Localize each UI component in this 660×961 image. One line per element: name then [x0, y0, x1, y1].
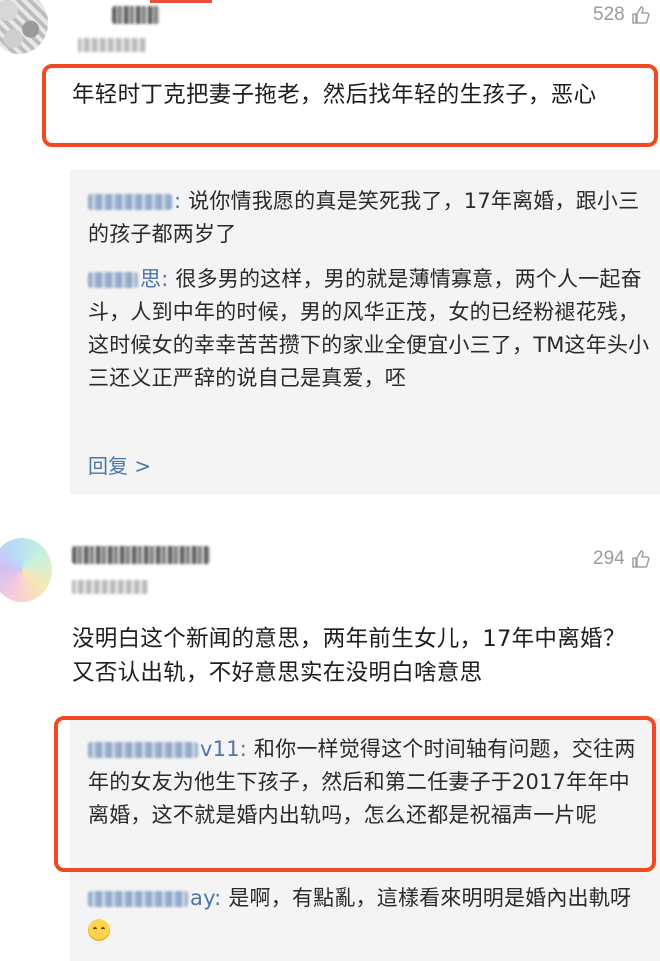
upside-down-face-emoji-icon — [88, 919, 110, 941]
reply-username-blurred[interactable] — [88, 194, 172, 210]
reply-item[interactable]: ay: 是啊，有點亂，這樣看來明明是婚內出軌呀 — [88, 882, 653, 948]
comment-feed: 528 年轻时丁克把妻子拖老，然后找年轻的生孩子，恶心 : 说你情我愿的真是笑死… — [0, 0, 660, 961]
reply-username-blurred[interactable] — [88, 272, 138, 288]
like-button[interactable]: 528 — [593, 4, 651, 26]
avatar[interactable] — [0, 538, 52, 602]
reply-item[interactable]: 思: 很多男的这样，男的就是薄情寡意，两个人一起奋斗，人到中年的时候，男的风华正… — [88, 263, 656, 395]
top-accent-bar — [150, 0, 212, 3]
reply-username[interactable]: ay: — [190, 886, 221, 910]
thumbs-up-icon — [631, 550, 650, 568]
thumbs-up-icon — [631, 6, 650, 24]
timestamp-blurred — [78, 38, 146, 52]
reply-text: 很多男的这样，男的就是薄情寡意，两个人一起奋斗，人到中年的时候，男的风华正茂，女… — [88, 267, 650, 390]
like-button[interactable]: 294 — [593, 548, 651, 570]
highlight-box — [42, 64, 658, 147]
avatar[interactable] — [0, 0, 48, 54]
reply-username[interactable]: : — [174, 189, 181, 213]
highlight-box — [54, 716, 656, 872]
comment-text: 没明白这个新闻的意思，两年前生女儿，17年中离婚？又否认出轨，不好意思实在没明白… — [72, 626, 626, 686]
more-replies-link[interactable]: 回复 > — [88, 450, 151, 479]
timestamp-blurred — [72, 580, 148, 594]
username-blurred[interactable] — [72, 546, 210, 564]
reply-text: 是啊，有點亂，這樣看來明明是婚內出軌呀 — [228, 886, 632, 910]
reply-item[interactable]: : 说你情我愿的真是笑死我了，17年离婚，跟小三的孩子都两岁了 — [88, 185, 648, 251]
reply-username-blurred[interactable] — [88, 891, 188, 907]
reply-username[interactable]: 思: — [140, 267, 168, 291]
like-count: 528 — [593, 4, 625, 25]
username-blurred[interactable] — [112, 6, 160, 24]
like-count: 294 — [593, 548, 625, 569]
more-replies-label[interactable]: 回复 > — [88, 454, 151, 478]
